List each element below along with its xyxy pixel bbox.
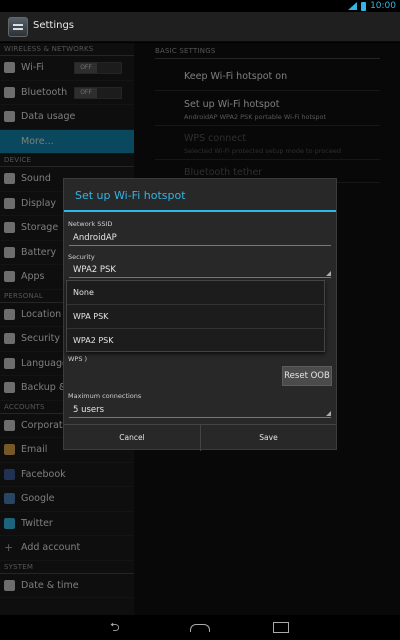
settings-app-icon[interactable] bbox=[8, 17, 28, 37]
ssid-underline bbox=[69, 245, 331, 246]
max-connections-spinner[interactable]: 5 users bbox=[73, 405, 104, 415]
reset-oob-button[interactable]: Reset OOB bbox=[282, 366, 332, 386]
max-connections-label: Maximum connections bbox=[68, 392, 142, 400]
security-label: Security bbox=[68, 253, 95, 261]
action-bar: Settings bbox=[0, 12, 400, 42]
security-option-none[interactable]: None bbox=[67, 281, 326, 305]
dialog-title: Set up Wi-Fi hotspot bbox=[75, 189, 186, 202]
back-icon[interactable] bbox=[108, 618, 130, 639]
status-icons: 10:00 bbox=[348, 0, 396, 12]
security-option-wpa-psk[interactable]: WPA PSK bbox=[67, 305, 326, 329]
ssid-field[interactable]: AndroidAP bbox=[73, 233, 117, 243]
status-time: 10:00 bbox=[370, 1, 396, 11]
security-spinner[interactable]: WPA2 PSK bbox=[73, 265, 116, 275]
home-icon[interactable] bbox=[189, 620, 211, 634]
wifi-signal-icon bbox=[348, 2, 358, 10]
dialog-title-divider bbox=[64, 210, 336, 212]
cancel-button[interactable]: Cancel bbox=[64, 425, 200, 451]
status-bar: 10:00 bbox=[0, 0, 400, 12]
app-title: Settings bbox=[33, 20, 75, 31]
battery-icon bbox=[361, 1, 367, 11]
max-connections-dropdown-arrow-icon[interactable] bbox=[326, 411, 331, 416]
wps-partial-text: WPS ) bbox=[68, 355, 88, 363]
recent-apps-icon[interactable] bbox=[270, 620, 292, 634]
ssid-label: Network SSID bbox=[68, 220, 113, 228]
security-options-popup: None WPA PSK WPA2 PSK bbox=[66, 280, 326, 353]
save-button[interactable]: Save bbox=[200, 425, 336, 451]
security-option-wpa2-psk[interactable]: WPA2 PSK bbox=[67, 329, 326, 353]
navigation-bar bbox=[0, 615, 400, 640]
security-dropdown-arrow-icon[interactable] bbox=[326, 271, 331, 276]
security-underline bbox=[69, 277, 331, 278]
dialog-button-bar: Cancel Save bbox=[64, 424, 336, 451]
max-connections-underline bbox=[69, 417, 331, 418]
